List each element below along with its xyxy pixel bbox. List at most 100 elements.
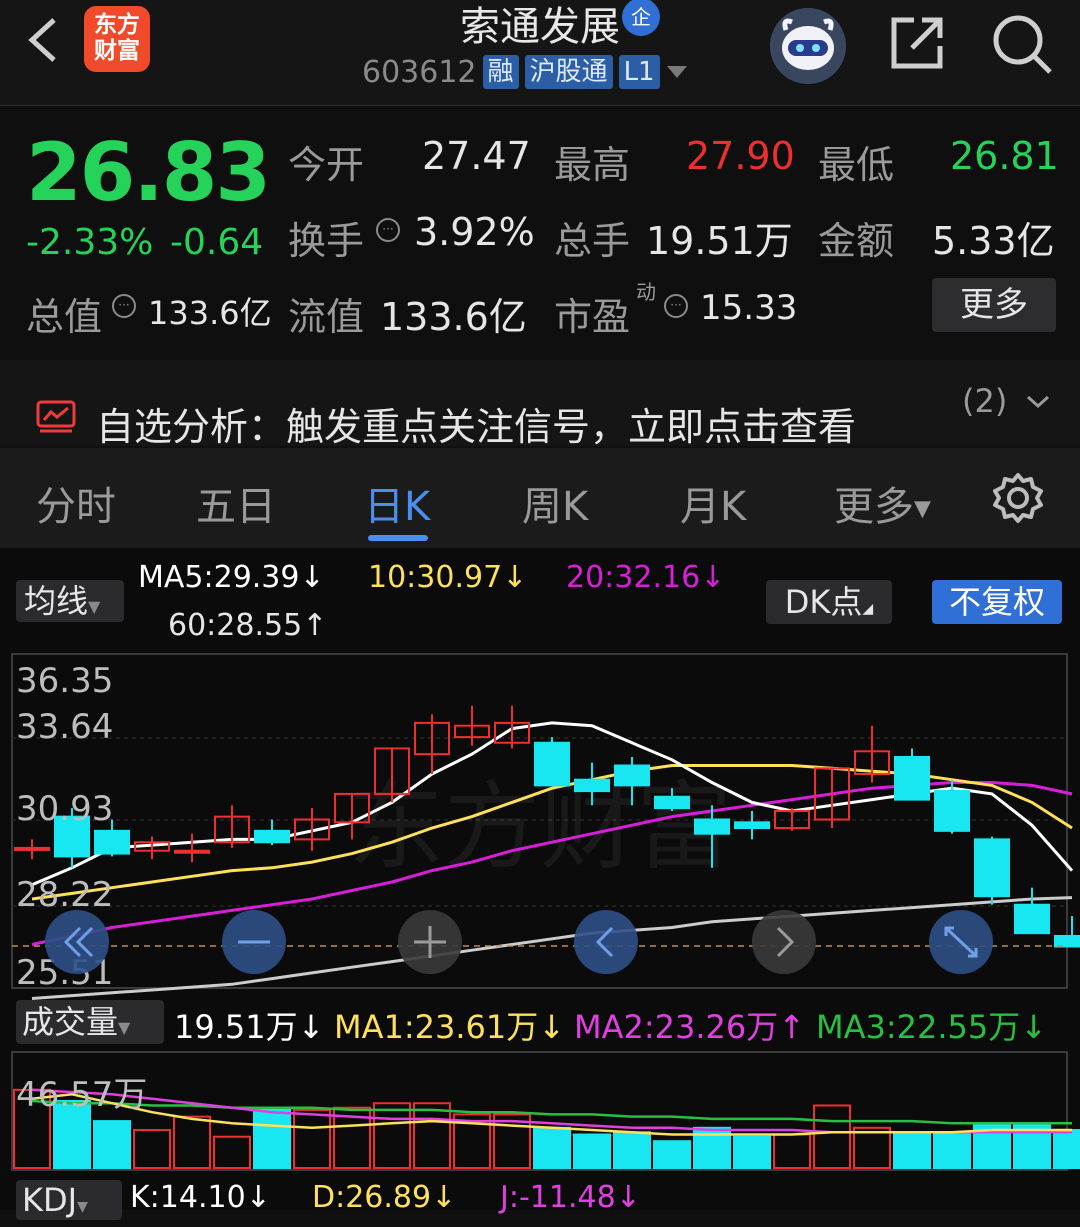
dk-point-button[interactable]: DK点◢ — [766, 580, 892, 624]
price-axis-label: 28.22 — [16, 875, 113, 915]
fullscreen-button[interactable] — [929, 910, 993, 974]
high-value: 27.90 — [686, 134, 795, 178]
volume-value: 19.51万 — [646, 219, 793, 263]
volume-selector-label: 成交量 — [22, 1003, 119, 1041]
volume-ma1: MA1:23.61万↓ — [334, 1008, 566, 1046]
ma-selector-label: 均线 — [24, 582, 89, 620]
app-logo: 东方 财富 — [84, 6, 150, 72]
ma60-line — [31, 896, 1073, 1000]
price-axis-label: 33.64 — [16, 707, 113, 747]
candle-body — [574, 778, 610, 793]
candle-body — [694, 818, 730, 835]
candle-body — [14, 846, 50, 851]
volume-bar — [373, 1102, 411, 1170]
candle-body — [254, 829, 290, 844]
volume-ma2: MA2:23.26万↑ — [574, 1008, 806, 1046]
volume-bar — [253, 1108, 291, 1170]
info-icon[interactable]: ··· — [112, 294, 136, 318]
current-price: 26.83 — [26, 126, 271, 219]
chevron-down-icon — [1026, 395, 1049, 409]
float-value: 133.6亿 — [380, 295, 527, 339]
volume-ma3: MA3:22.55万↓ — [816, 1008, 1048, 1046]
volume-bar — [653, 1140, 691, 1170]
volume-bar — [173, 1115, 211, 1170]
tab-daily-k[interactable]: 日K — [364, 474, 430, 532]
tag-connect: 沪股通 — [524, 55, 613, 89]
gear-icon[interactable] — [992, 472, 1044, 524]
change-value: -0.64 — [170, 222, 264, 263]
scroll-left-fast-button[interactable] — [45, 910, 109, 974]
volume-bar — [213, 1135, 251, 1169]
search-icon[interactable] — [990, 12, 1054, 76]
tag-level: L1 — [618, 55, 660, 89]
dropdown-triangle-icon: ▼ — [77, 1199, 88, 1215]
tab-monthly-k[interactable]: 月K — [680, 474, 746, 532]
back-arrow-icon[interactable] — [22, 14, 66, 66]
ma20-value: 20:32.16↓ — [566, 560, 726, 595]
scroll-left-button[interactable] — [574, 910, 638, 974]
candle-body — [894, 755, 930, 801]
volume-label: 总手 — [554, 219, 631, 263]
kdj-selector[interactable]: KDJ▼ — [16, 1180, 122, 1220]
candle-body — [974, 838, 1010, 898]
pe-value: 15.33 — [700, 288, 798, 328]
ma60-value: 60:28.55↑ — [168, 608, 328, 643]
low-label: 最低 — [818, 143, 895, 187]
analysis-count-text: (2) — [962, 382, 1008, 420]
volume-current: 19.51万↓ — [174, 1008, 325, 1046]
volume-bar — [293, 1108, 331, 1170]
zoom-out-button[interactable] — [222, 910, 286, 974]
candle-body — [534, 741, 570, 787]
volume-axis-label: 46.57万 — [16, 1075, 147, 1115]
scroll-right-button[interactable] — [752, 910, 816, 974]
volume-bar — [1053, 1129, 1080, 1169]
amount-value: 5.33亿 — [932, 219, 1055, 263]
tab-five-day[interactable]: 五日 — [196, 474, 276, 532]
candle-body — [934, 790, 970, 832]
analysis-text: 自选分析：触发重点关注信号，立即点击查看 — [96, 405, 857, 449]
open-value: 27.47 — [422, 134, 531, 178]
vol-ma2-line — [31, 1088, 1072, 1134]
high-label: 最高 — [554, 143, 631, 187]
volume-selector[interactable]: 成交量▼ — [16, 1000, 164, 1044]
info-icon[interactable]: ··· — [664, 294, 688, 318]
candle-body — [614, 764, 650, 787]
candle-body — [734, 821, 770, 830]
candle-body — [654, 795, 690, 810]
volume-bar — [413, 1102, 451, 1170]
tab-more-label: 更多 — [834, 484, 914, 530]
zoom-in-button[interactable] — [398, 910, 462, 974]
candle-body — [1014, 903, 1050, 935]
volume-bar — [533, 1126, 571, 1170]
dropdown-triangle-icon: ▼ — [914, 496, 931, 522]
candle-body — [1054, 934, 1080, 948]
info-icon[interactable]: ··· — [376, 218, 400, 242]
amount-label: 金额 — [818, 219, 895, 263]
kline-chart[interactable]: 东方财富 36.35 33.64 30.93 28.22 25.51 46.57… — [0, 648, 1080, 1210]
tab-weekly-k[interactable]: 周K — [522, 474, 588, 532]
tab-intraday[interactable]: 分时 — [36, 474, 116, 532]
ma10-value: 10:30.97↓ — [368, 560, 528, 595]
stock-code-line[interactable]: 603612 融 沪股通 L1 — [362, 54, 688, 90]
adjust-mode-button[interactable]: 不复权 — [932, 580, 1062, 624]
price-axis-label: 36.35 — [16, 661, 113, 701]
logo-line2: 财富 — [94, 38, 140, 64]
more-quote-button[interactable]: 更多 — [932, 278, 1056, 332]
turnover-label: 换手 — [288, 219, 365, 263]
change-percent: -2.33% — [26, 222, 154, 263]
volume-bar — [733, 1135, 771, 1169]
kdj-selector-label: KDJ — [22, 1181, 78, 1219]
share-icon[interactable] — [888, 12, 948, 72]
open-label: 今开 — [288, 143, 365, 187]
analysis-count[interactable]: (2) — [962, 382, 1052, 420]
mktcap-label: 总值 — [26, 295, 103, 339]
chart-signal-icon — [36, 400, 76, 433]
corner-triangle-icon: ◢ — [862, 601, 874, 617]
active-tab-indicator — [368, 535, 428, 541]
volume-bar — [773, 1133, 811, 1170]
ma-selector[interactable]: 均线▼ — [16, 580, 124, 622]
pe-superscript: 动 — [636, 280, 656, 304]
pe-label: 市盈 — [554, 295, 631, 339]
tab-more[interactable]: 更多▼ — [834, 474, 931, 532]
robot-assistant-icon[interactable] — [770, 8, 846, 84]
